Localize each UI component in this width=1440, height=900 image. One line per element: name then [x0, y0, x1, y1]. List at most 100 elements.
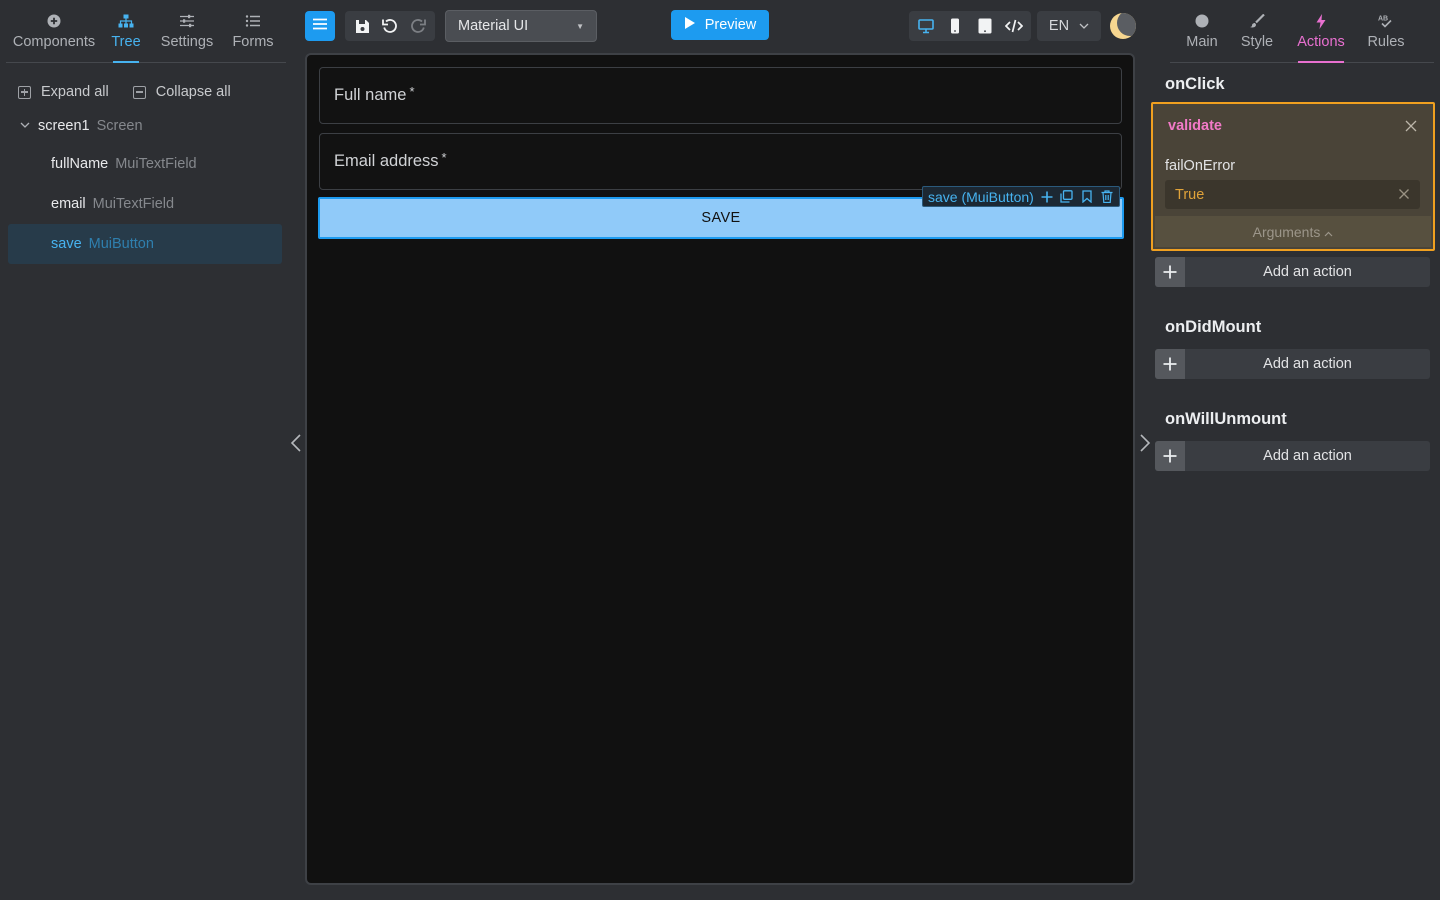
tree-node-fullname[interactable]: fullName MuiTextField [8, 144, 282, 184]
tab-tree[interactable]: Tree [102, 0, 150, 62]
tab-rules-label: Rules [1367, 34, 1405, 50]
tab-actions[interactable]: Actions [1297, 0, 1345, 63]
tab-settings-label: Settings [160, 34, 214, 50]
top-toolbar: Material UI ▼ Preview EN [305, 9, 1136, 43]
tab-style[interactable]: Style [1234, 0, 1280, 62]
spellcheck-icon: AB [1378, 11, 1394, 31]
mobile-icon[interactable] [942, 13, 968, 39]
right-tabs: Main Style Actions AB Rules [1170, 0, 1434, 63]
plus-icon [1155, 349, 1185, 379]
preview-button[interactable]: Preview [671, 10, 769, 40]
collapse-left-panel-icon[interactable] [289, 432, 303, 454]
desktop-icon[interactable] [913, 13, 939, 39]
add-child-icon[interactable] [1040, 190, 1054, 204]
tab-tree-label: Tree [111, 34, 141, 50]
add-action-button-ondidmount[interactable]: Add an action [1155, 349, 1430, 379]
tab-main[interactable]: Main [1170, 0, 1234, 62]
tab-rules[interactable]: AB Rules [1362, 0, 1410, 62]
history-controls [345, 11, 435, 41]
event-title-ondidmount: onDidMount [1165, 318, 1262, 336]
tab-forms-label: Forms [232, 34, 274, 50]
tree-node-email[interactable]: email MuiTextField [8, 184, 282, 224]
language-select[interactable]: EN [1037, 11, 1101, 41]
add-action-label: Add an action [1263, 264, 1352, 280]
fullname-field[interactable]: Full name * [319, 67, 1122, 124]
expand-square-icon [18, 85, 31, 99]
theme-toggle-moon-icon[interactable] [1110, 13, 1136, 39]
close-icon[interactable] [1404, 119, 1418, 133]
left-tabs: Components Tree Settings Forms [6, 0, 286, 63]
expand-all-button[interactable]: Expand all [18, 84, 109, 100]
duplicate-icon[interactable] [1060, 190, 1074, 204]
code-icon[interactable] [1001, 13, 1027, 39]
sliders-icon [179, 11, 195, 31]
preview-label: Preview [704, 17, 757, 33]
add-action-button-onwillunmount[interactable]: Add an action [1155, 441, 1430, 471]
play-icon [684, 16, 696, 34]
param-value: True [1175, 186, 1205, 203]
collapse-square-icon [132, 85, 146, 99]
plus-icon [1155, 257, 1185, 287]
circle-icon [1195, 11, 1209, 31]
plus-circle-icon [47, 11, 61, 31]
action-card-validate[interactable]: validate failOnError True Arguments [1151, 102, 1435, 251]
tab-settings[interactable]: Settings [150, 0, 224, 62]
param-value-field[interactable]: True [1165, 180, 1420, 209]
tree-node-name: screen1 [38, 118, 90, 134]
tree-node-name: email [51, 196, 86, 212]
tree-node-name: fullName [51, 156, 109, 172]
lightning-icon [1316, 11, 1326, 31]
ui-library-select[interactable]: Material UI ▼ [445, 10, 597, 42]
selection-badge-label: save (MuiButton) [928, 188, 1034, 205]
language-value: EN [1048, 18, 1070, 34]
hamburger-icon [313, 17, 327, 35]
list-icon [245, 11, 261, 31]
brush-icon [1249, 11, 1265, 31]
tab-components[interactable]: Components [6, 0, 102, 62]
dropdown-arrow-icon: ▼ [576, 21, 584, 31]
event-title-onwillunmount: onWillUnmount [1165, 410, 1287, 428]
fullname-field-label: Full name [334, 86, 407, 104]
component-tree: screen1 Screen fullName MuiTextField ema… [8, 108, 282, 264]
expand-all-label: Expand all [41, 84, 109, 100]
required-mark: * [409, 84, 415, 99]
add-action-label: Add an action [1263, 356, 1352, 372]
left-panel: Components Tree Settings Forms Expand al… [0, 0, 292, 900]
clear-icon[interactable] [1398, 188, 1410, 200]
arguments-toggle[interactable]: Arguments [1155, 216, 1431, 247]
design-canvas: Full name * Email address * SAVE save (M… [305, 53, 1135, 885]
menu-button[interactable] [305, 11, 335, 41]
chevron-down-icon[interactable] [20, 120, 38, 132]
tree-node-screen1[interactable]: screen1 Screen [8, 108, 282, 144]
collapse-right-panel-icon[interactable] [1138, 432, 1152, 454]
required-mark: * [441, 150, 447, 165]
tab-style-label: Style [1240, 34, 1274, 50]
tree-node-type: Screen [96, 118, 143, 134]
event-title-onclick: onClick [1165, 75, 1225, 93]
chevron-down-icon [1079, 18, 1089, 34]
trash-icon[interactable] [1100, 190, 1114, 204]
email-field-label: Email address [334, 152, 439, 170]
tree-node-save[interactable]: save MuiButton [8, 224, 282, 264]
redo-icon[interactable] [405, 13, 431, 39]
email-field[interactable]: Email address * [319, 133, 1122, 190]
device-switcher [909, 11, 1031, 41]
undo-icon[interactable] [377, 13, 403, 39]
tab-actions-label: Actions [1297, 34, 1345, 50]
tree-node-type: MuiTextField [115, 156, 197, 172]
plus-icon [1155, 441, 1185, 471]
collapse-all-button[interactable]: Collapse all [132, 84, 231, 100]
save-icon[interactable] [349, 13, 375, 39]
add-action-button-onclick[interactable]: Add an action [1155, 257, 1430, 287]
action-name: validate [1168, 118, 1222, 134]
tab-main-label: Main [1186, 34, 1218, 50]
tree-controls: Expand all Collapse all [18, 84, 231, 100]
collapse-all-label: Collapse all [155, 84, 231, 100]
svg-text:AB: AB [1378, 16, 1388, 23]
tablet-icon[interactable] [972, 13, 998, 39]
tree-node-name: save [51, 236, 82, 252]
ui-library-value: Material UI [458, 18, 529, 34]
tab-forms[interactable]: Forms [224, 0, 282, 62]
bookmark-icon[interactable] [1080, 190, 1094, 204]
tree-node-type: MuiTextField [92, 196, 175, 212]
